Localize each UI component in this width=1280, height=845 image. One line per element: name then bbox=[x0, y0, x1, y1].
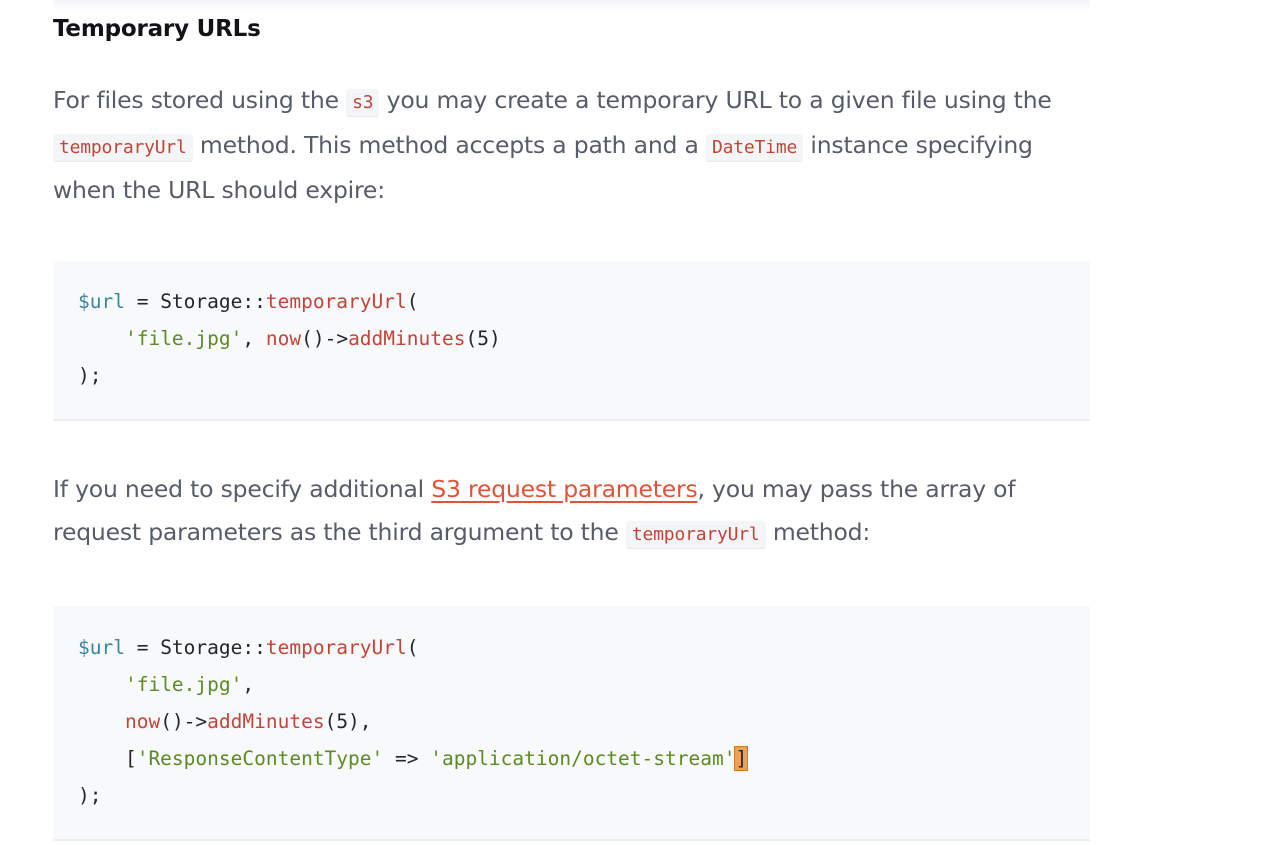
code-text: ); bbox=[78, 364, 102, 387]
code-text: (5), bbox=[324, 710, 372, 733]
code-block-with-parameters[interactable]: $url = Storage::temporaryUrl( 'file.jpg'… bbox=[53, 606, 1090, 841]
code-text: ( bbox=[406, 290, 419, 313]
code-method: addMinutes bbox=[348, 327, 466, 350]
inline-code-temporaryurl: temporaryUrl bbox=[53, 134, 193, 162]
code-text: , bbox=[242, 327, 266, 350]
code-text: = Storage:: bbox=[124, 636, 266, 659]
paragraph-text: For files stored using the bbox=[53, 86, 347, 114]
code-variable: $url bbox=[78, 636, 125, 659]
inline-code-datetime: DateTime bbox=[706, 134, 804, 162]
s3-request-parameters-link[interactable]: S3 request parameters bbox=[431, 475, 697, 503]
paragraph-text: method: bbox=[765, 518, 871, 546]
code-function: now bbox=[124, 710, 161, 733]
paragraph-text: If you need to specify additional bbox=[53, 475, 432, 503]
code-text: => bbox=[383, 747, 431, 770]
code-line: now()->addMinutes(5), bbox=[78, 709, 372, 735]
code-line: 'file.jpg', now()->addMinutes(5) bbox=[78, 326, 501, 352]
code-text: , bbox=[242, 673, 255, 696]
code-text: = Storage:: bbox=[124, 290, 266, 313]
code-string: 'file.jpg' bbox=[124, 673, 243, 696]
code-method: addMinutes bbox=[207, 710, 325, 733]
code-line: ); bbox=[78, 783, 101, 809]
code-variable: $url bbox=[78, 290, 125, 313]
paragraph-text: you may create a temporary URL to a give… bbox=[379, 86, 1052, 114]
code-line: ['ResponseContentType' => 'application/o… bbox=[78, 746, 749, 772]
code-block-basic[interactable]: $url = Storage::temporaryUrl( 'file.jpg'… bbox=[53, 261, 1090, 421]
code-text: ()-> bbox=[301, 327, 349, 350]
code-function: now bbox=[265, 327, 302, 350]
code-text: [ bbox=[78, 747, 137, 770]
text-cursor-highlight: ] bbox=[734, 746, 749, 771]
paragraph-text: method. This method accepts a path and a bbox=[192, 131, 706, 159]
code-text: ()-> bbox=[160, 710, 208, 733]
top-edge-shadow bbox=[53, 0, 1090, 12]
inline-code-s3: s3 bbox=[346, 89, 380, 117]
code-text: ); bbox=[78, 784, 102, 807]
section-title: Temporary URLs bbox=[53, 16, 261, 42]
code-method: temporaryUrl bbox=[265, 636, 407, 659]
code-line: 'file.jpg', bbox=[78, 672, 254, 698]
code-string: 'ResponseContentType' bbox=[136, 747, 384, 770]
code-string: 'file.jpg' bbox=[124, 327, 243, 350]
inline-code-temporaryurl: temporaryUrl bbox=[625, 521, 766, 549]
code-method: temporaryUrl bbox=[265, 290, 407, 313]
code-string: 'application/octet-stream' bbox=[430, 747, 736, 770]
code-line: $url = Storage::temporaryUrl( bbox=[78, 635, 419, 661]
code-text: (5) bbox=[465, 327, 501, 350]
paragraph-request-parameters: If you need to specify additional S3 req… bbox=[53, 468, 1093, 556]
code-line: $url = Storage::temporaryUrl( bbox=[78, 289, 419, 315]
paragraph-temporary-url-intro: For files stored using the s3 you may cr… bbox=[53, 79, 1093, 212]
code-line: ); bbox=[78, 363, 101, 389]
code-text: ( bbox=[406, 636, 419, 659]
